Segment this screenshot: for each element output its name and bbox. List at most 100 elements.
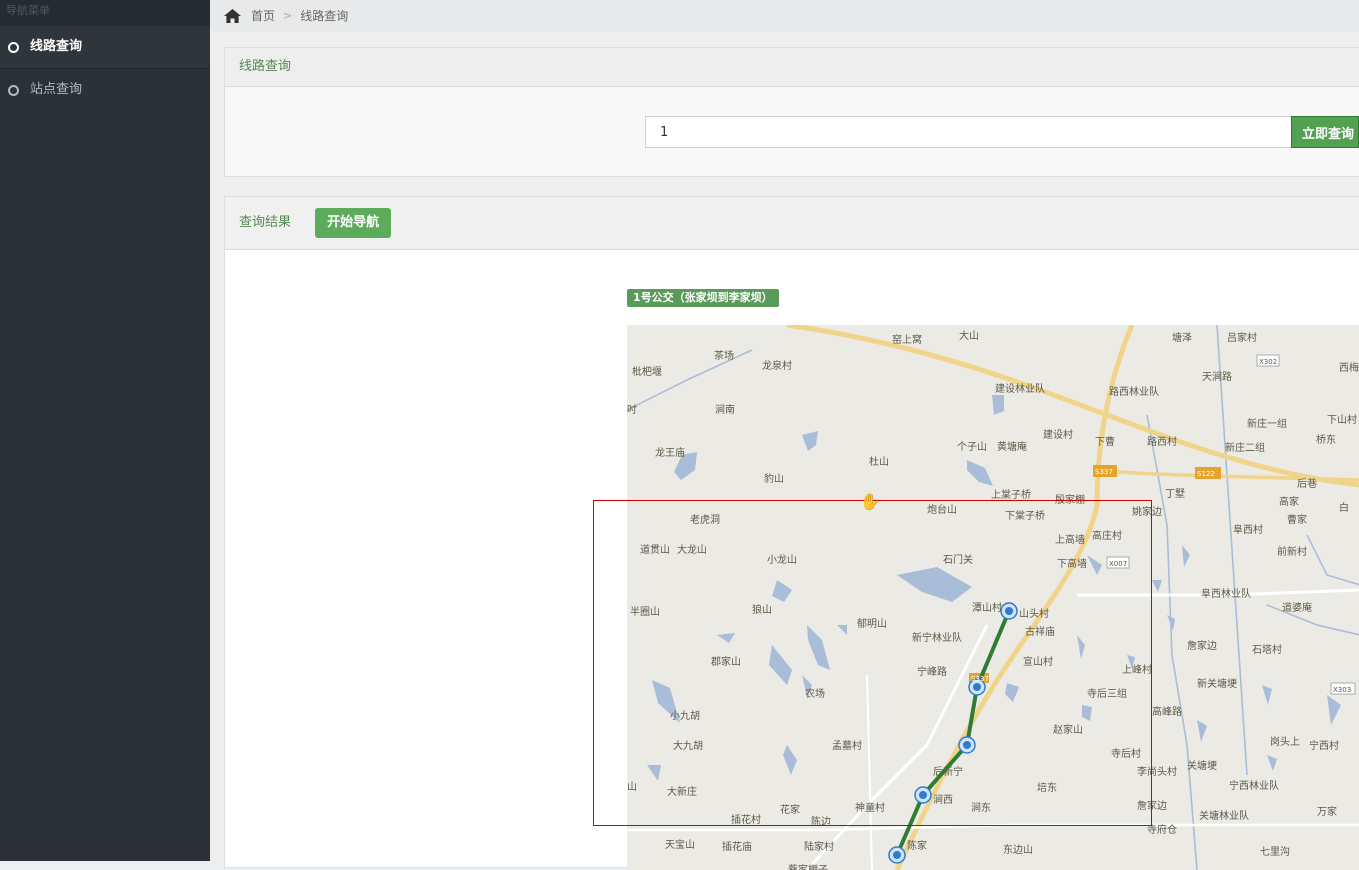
map-place-label: 东边山	[1003, 843, 1033, 856]
sidebar-item-label: 线路查询	[30, 39, 83, 54]
map-shield-label: S122	[1197, 470, 1215, 478]
map-shield-label: X007	[1109, 560, 1127, 568]
map-place-label: 桥东	[1316, 433, 1336, 446]
map-place-label: 龙王庙	[655, 446, 685, 459]
map-place-label: 石塔村	[1252, 643, 1282, 656]
map-shield-label: S337	[1095, 468, 1113, 476]
map-place-label: 黄塘庵	[997, 440, 1027, 453]
result-panel-title: 查询结果	[239, 215, 292, 230]
map-place-label: 关塘林业队	[1199, 809, 1249, 822]
main-content: 首页 > 线路查询 线路查询 立即查询 查询结果 开始导航 1号公交（张家坝到李…	[210, 0, 1359, 870]
map-place-label: 寺府仓	[1147, 823, 1177, 836]
breadcrumb-home-link[interactable]: 首页	[251, 2, 275, 30]
query-button[interactable]: 立即查询	[1291, 116, 1359, 148]
map-place-label: 寺后三组	[1087, 687, 1127, 700]
sidebar-item-route-query[interactable]: 线路查询	[0, 26, 210, 69]
search-row: 立即查询	[645, 116, 1359, 148]
map-place-label: 曹家	[1287, 513, 1307, 526]
sidebar-item-station-query[interactable]: 站点查询	[0, 69, 210, 111]
map-place-label: 殷家棚	[1055, 493, 1085, 506]
map-place-label: 赵家山	[1053, 723, 1083, 736]
route-map[interactable]: 窑上窝 茶场 龙泉村 枇杷堰 涧南 建设林业队 路西林业队 天涧路 新庄一组 下山村 新庄二组 桥东龙…	[627, 325, 1359, 870]
map-place-label: 姚家边	[1132, 505, 1162, 518]
map-place-label: 陆家村	[804, 840, 834, 853]
map-place-label: 龙泉村	[762, 359, 792, 372]
map-place-label: 培东	[1037, 781, 1057, 794]
map-place-label: 下棠子桥	[1005, 509, 1045, 522]
map-place-label: 小九胡	[670, 709, 700, 722]
start-navigation-button[interactable]: 开始导航	[315, 207, 392, 238]
map-place-label: 石门关	[943, 553, 973, 566]
map-place-label: 高庄村	[1092, 529, 1122, 542]
map-place-label: 新关塘埂	[1197, 677, 1237, 690]
bus-route-line	[895, 610, 1011, 856]
map-place-label: 高家	[1279, 495, 1299, 508]
map-place-label: 白	[1339, 501, 1349, 514]
map-place-label: 下高墙	[1057, 557, 1087, 570]
search-panel: 线路查询 立即查询	[224, 47, 1359, 177]
map-place-label: 后巷	[1297, 478, 1317, 490]
map-place-label: 万家	[1317, 805, 1337, 818]
map-place-label: 宣山村	[1023, 655, 1053, 668]
map-shield-label: X303	[1333, 686, 1351, 694]
map-place-label: 关塘埂	[1187, 759, 1217, 772]
map-place-label: 吋	[627, 404, 637, 416]
map-place-label: 花家	[780, 803, 800, 816]
map-place-label: 丁墅	[1165, 488, 1185, 500]
map-place-label: 涧南	[715, 403, 735, 416]
map-place-label: 新庄一组	[1247, 417, 1287, 430]
map-place-label: 半圈山	[630, 605, 660, 618]
hand-cursor-icon: ✋	[860, 492, 880, 511]
map-place-label: 小龙山	[767, 553, 797, 566]
map-place-label: 宁西村	[1309, 739, 1339, 752]
map-place-label: 陈边	[811, 815, 831, 828]
map-place-label: 涧东	[971, 801, 991, 814]
map-place-label: 天宝山	[665, 838, 695, 851]
sidebar: 导航菜单 线路查询 站点查询	[0, 0, 210, 861]
map-place-label: 山	[627, 781, 637, 793]
map-place-label: 上棠子桥	[991, 488, 1031, 501]
map-place-label: 农场	[805, 687, 825, 700]
map-place-label: 山头村	[1019, 607, 1049, 620]
result-panel-header: 查询结果 开始导航	[225, 197, 1359, 250]
map-place-label: 大山	[959, 329, 979, 342]
map-place-label: 豹山	[764, 472, 784, 485]
breadcrumb-current: 线路查询	[300, 9, 349, 23]
map-place-label: 狼山	[752, 603, 772, 616]
map-place-label: 新宁林业队	[912, 631, 962, 644]
map-place-label: 大龙山	[677, 543, 707, 556]
map-place-label: 郡家山	[711, 655, 741, 668]
circle-icon	[8, 84, 19, 96]
map-place-label: 寺后村	[1111, 747, 1141, 760]
map-place-label: 大新庄	[667, 785, 697, 798]
map-place-label: 建设林业队	[995, 382, 1045, 395]
map-place-label: 新庄二组	[1225, 441, 1265, 454]
map-place-label: 塘泽	[1172, 331, 1192, 344]
breadcrumb: 首页 > 线路查询	[210, 0, 1359, 32]
map-shield-label: S337	[971, 675, 989, 683]
map-place-label: 下曹	[1095, 435, 1115, 448]
map-place-label: 路西林业队	[1109, 385, 1159, 398]
map-place-label: 上峰村	[1122, 663, 1152, 676]
map-place-label: 上高墙	[1055, 533, 1085, 546]
map-place-label: 陈家	[907, 839, 927, 852]
map-place-label: 岗头上	[1270, 736, 1300, 748]
map-place-label: 孟墓村	[832, 739, 862, 752]
map-place-label: 高峰路	[1152, 705, 1182, 718]
map-place-label: 炮台山	[927, 503, 957, 516]
map-place-label: 窑上窝	[892, 333, 922, 346]
map-place-label: 枇杷堰	[632, 365, 662, 378]
map-place-label: 宁西林业队	[1229, 779, 1279, 792]
map-place-label: 建设村	[1043, 428, 1073, 441]
result-panel: 查询结果 开始导航 1号公交（张家坝到李家坝） 窑上窝 茶场 龙泉村 枇杷堰 涧…	[224, 196, 1359, 870]
map-place-label: 道婆庵	[1282, 601, 1312, 614]
map-place-label: 老虎洞	[690, 513, 720, 526]
search-panel-title: 线路查询	[225, 48, 1359, 87]
map-shield-label: X302	[1259, 358, 1277, 366]
map-place-label: 詹家边	[1137, 799, 1167, 812]
route-search-input[interactable]	[645, 116, 1291, 148]
circle-icon	[8, 41, 19, 53]
home-icon[interactable]	[224, 9, 241, 23]
map-shield-labels: S337 S122 X302 X007 X303 S337	[971, 358, 1351, 694]
map-place-label: 下山村	[1327, 413, 1357, 426]
